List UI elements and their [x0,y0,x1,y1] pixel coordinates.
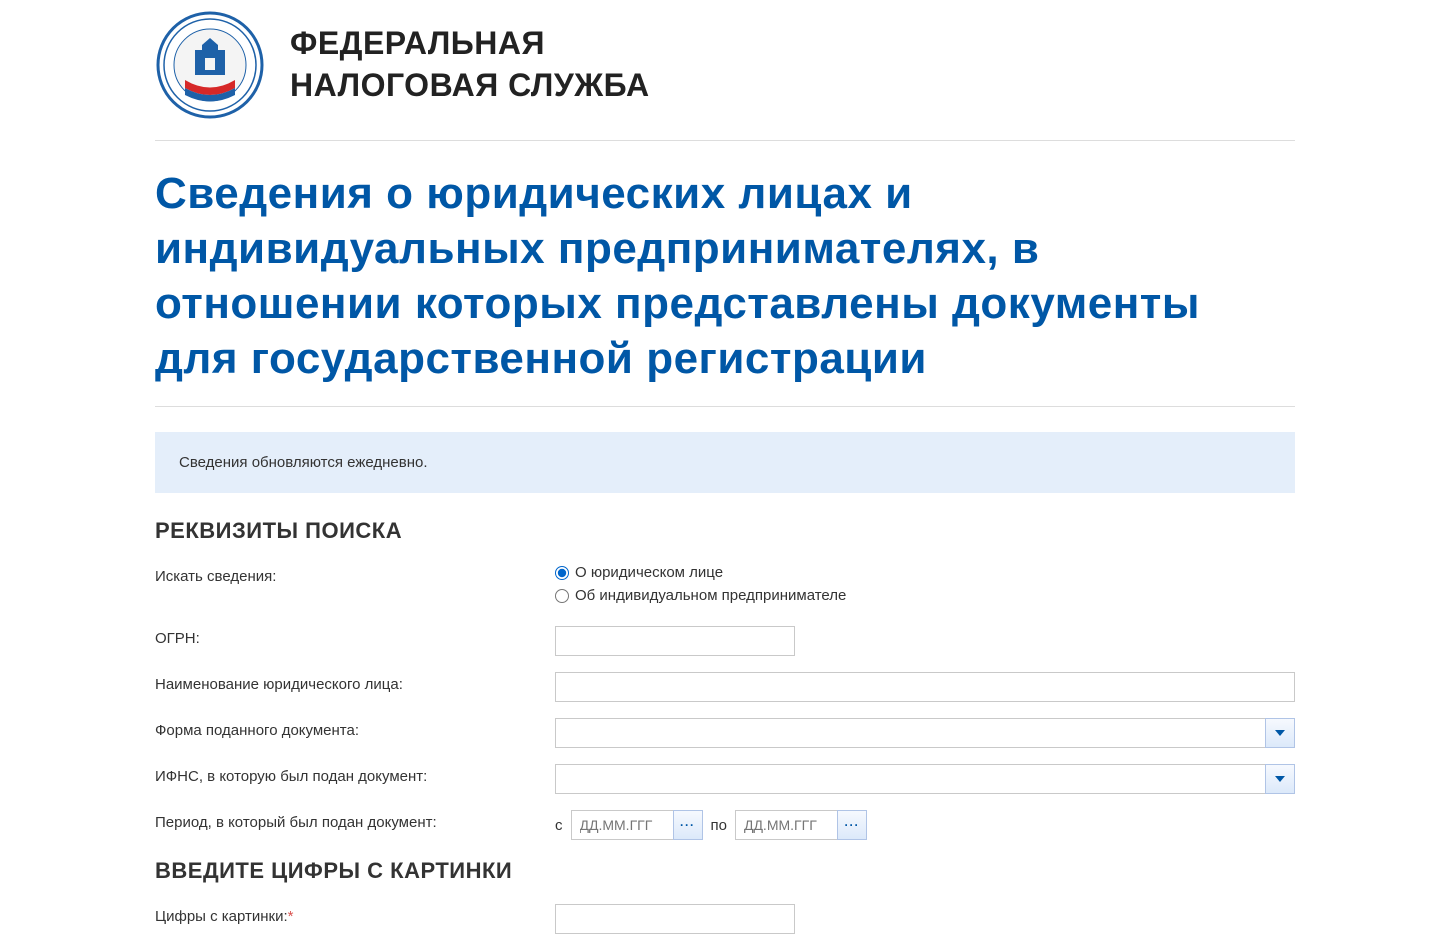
doc-form-input[interactable] [555,718,1265,748]
label-search-for: Искать сведения: [155,564,555,585]
date-from-input[interactable] [571,810,673,840]
row-ogrn: ОГРН: [155,626,1295,656]
ifns-combo[interactable] [555,764,1295,794]
row-search-for: Искать сведения: О юридическом лице Об и… [155,564,1295,610]
radio-individual[interactable] [555,589,569,603]
label-period: Период, в который был подан документ: [155,810,555,831]
divider [155,406,1295,407]
label-captcha: Цифры с картинки:* [155,904,555,925]
page-title: Сведения о юридических лицах и индивидуа… [155,166,1295,386]
ifns-dropdown-button[interactable] [1265,764,1295,794]
date-to-picker-button[interactable]: ··· [837,810,867,840]
chevron-down-icon [1275,776,1285,782]
doc-form-combo[interactable] [555,718,1295,748]
period-to-label: по [711,817,727,834]
org-line-1: ФЕДЕРАЛЬНАЯ [290,23,650,65]
date-from-picker-button[interactable]: ··· [673,810,703,840]
row-ifns: ИФНС, в которую был подан документ: [155,764,1295,794]
doc-form-dropdown-button[interactable] [1265,718,1295,748]
row-period: Период, в который был подан документ: с … [155,810,1295,840]
radio-legal-label: О юридическом лице [575,564,723,581]
period-from-label: с [555,817,563,834]
org-line-2: НАЛОГОВАЯ СЛУЖБА [290,65,650,107]
section-search-title: РЕКВИЗИТЫ ПОИСКА [155,518,1295,544]
section-captcha-title: ВВЕДИТЕ ЦИФРЫ С КАРТИНКИ [155,858,1295,884]
org-title: ФЕДЕРАЛЬНАЯ НАЛОГОВАЯ СЛУЖБА [290,23,650,106]
ifns-input[interactable] [555,764,1265,794]
label-ifns: ИФНС, в которую был подан документ: [155,764,555,785]
row-doc-form: Форма поданного документа: [155,718,1295,748]
site-header: ФЕДЕРАЛЬНАЯ НАЛОГОВАЯ СЛУЖБА [155,0,1295,141]
ogrn-input[interactable] [555,626,795,656]
label-doc-form: Форма поданного документа: [155,718,555,739]
radio-legal-entity[interactable] [555,566,569,580]
required-marker: * [288,908,294,925]
date-to-input[interactable] [735,810,837,840]
radio-individual-label: Об индивидуальном предпринимателе [575,587,846,604]
ellipsis-icon: ··· [844,818,859,832]
row-name: Наименование юридического лица: [155,672,1295,702]
ellipsis-icon: ··· [680,818,695,832]
label-ogrn: ОГРН: [155,626,555,647]
chevron-down-icon [1275,730,1285,736]
label-legal-name: Наименование юридического лица: [155,672,555,693]
fns-logo-icon [155,10,265,120]
notice-banner: Сведения обновляются ежедневно. [155,432,1295,493]
legal-name-input[interactable] [555,672,1295,702]
notice-text: Сведения обновляются ежедневно. [179,454,428,471]
